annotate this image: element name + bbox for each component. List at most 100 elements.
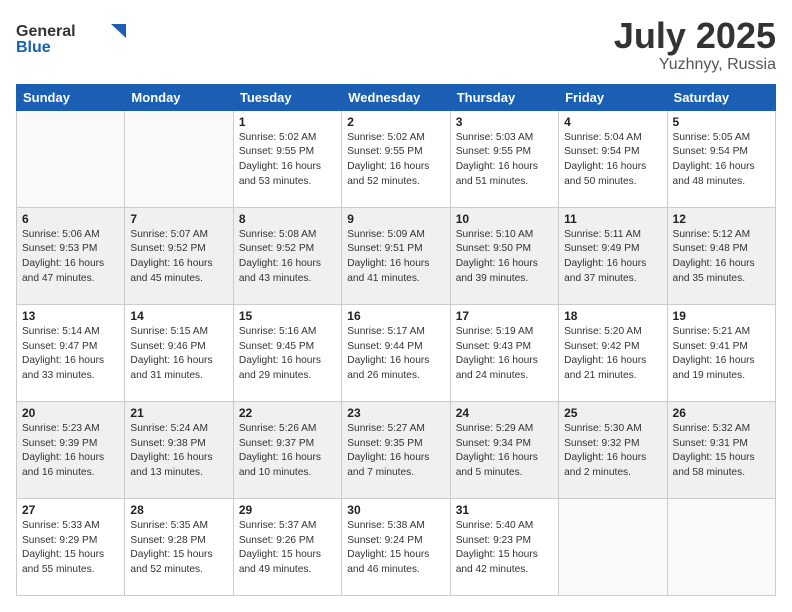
day-content: Sunrise: 5:15 AMSunset: 9:46 PMDaylight:… — [130, 325, 227, 384]
table-cell: 1 Sunrise: 5:02 AMSunset: 9:55 PMDaylight… — [233, 110, 341, 207]
day-content: Sunrise: 5:10 AMSunset: 9:50 PMDaylight:… — [456, 228, 553, 287]
day-number: 1 — [239, 115, 336, 129]
svg-text:General: General — [16, 23, 76, 40]
day-content: Sunrise: 5:38 AMSunset: 9:24 PMDaylight:… — [347, 519, 444, 578]
table-cell: 6Sunrise: 5:06 AMSunset: 9:53 PMDaylight… — [17, 207, 125, 304]
day-number: 10 — [456, 212, 553, 226]
day-content: Sunrise: 5:40 AMSunset: 9:23 PMDaylight:… — [456, 519, 553, 578]
day-number: 22 — [239, 406, 336, 420]
col-friday: Friday — [559, 84, 667, 110]
day-number: 13 — [22, 309, 119, 323]
day-number: 2 — [347, 115, 444, 129]
table-cell: 11 Sunrise: 5:11 AMSunset: 9:49 PMDayligh… — [559, 207, 667, 304]
day-content: Sunrise: 5:03 AMSunset: 9:55 PMDaylight:… — [456, 131, 553, 190]
day-content: Sunrise: 5:37 AMSunset: 9:26 PMDaylight:… — [239, 519, 336, 578]
calendar-week-row: 20 Sunrise: 5:23 AMSunset: 9:39 PMDayligh… — [17, 401, 776, 498]
table-cell: 2Sunrise: 5:02 AMSunset: 9:55 PMDaylight… — [342, 110, 450, 207]
table-cell: 26 Sunrise: 5:32 AMSunset: 9:31 PMDayligh… — [667, 401, 775, 498]
day-number: 3 — [456, 115, 553, 129]
day-number: 17 — [456, 309, 553, 323]
day-content: Sunrise: 5:21 AMSunset: 9:41 PMDaylight:… — [673, 325, 770, 384]
day-number: 25 — [564, 406, 661, 420]
day-content: Sunrise: 5:33 AMSunset: 9:29 PMDaylight:… — [22, 519, 119, 578]
day-number: 14 — [130, 309, 227, 323]
table-cell: 19Sunrise: 5:21 AMSunset: 9:41 PMDayligh… — [667, 304, 775, 401]
table-cell: 18Sunrise: 5:20 AMSunset: 9:42 PMDayligh… — [559, 304, 667, 401]
day-content: Sunrise: 5:24 AMSunset: 9:38 PMDaylight:… — [130, 422, 227, 481]
table-cell: 20 Sunrise: 5:23 AMSunset: 9:39 PMDayligh… — [17, 401, 125, 498]
day-content: Sunrise: 5:04 AMSunset: 9:54 PMDaylight:… — [564, 131, 661, 190]
calendar-week-row: 6Sunrise: 5:06 AMSunset: 9:53 PMDaylight… — [17, 207, 776, 304]
day-content: Sunrise: 5:23 AMSunset: 9:39 PMDaylight:… — [22, 422, 119, 481]
day-number: 6 — [22, 212, 119, 226]
table-cell — [125, 110, 233, 207]
col-sunday: Sunday — [17, 84, 125, 110]
col-saturday: Saturday — [667, 84, 775, 110]
day-content: Sunrise: 5:02 AMSunset: 9:55 PMDaylight:… — [239, 131, 336, 190]
table-cell: 13 Sunrise: 5:14 AMSunset: 9:47 PMDayligh… — [17, 304, 125, 401]
svg-text:Blue: Blue — [16, 39, 51, 56]
header: General Blue July 2025 Yuzhnyy, Russia — [16, 16, 776, 74]
logo-general: General Blue — [16, 43, 126, 60]
calendar-week-row: 13 Sunrise: 5:14 AMSunset: 9:47 PMDayligh… — [17, 304, 776, 401]
table-cell: 27Sunrise: 5:33 AMSunset: 9:29 PMDayligh… — [17, 498, 125, 595]
day-content: Sunrise: 5:05 AMSunset: 9:54 PMDaylight:… — [673, 131, 770, 190]
day-number: 5 — [673, 115, 770, 129]
table-cell: 24Sunrise: 5:29 AMSunset: 9:34 PMDayligh… — [450, 401, 558, 498]
table-cell: 8 Sunrise: 5:08 AMSunset: 9:52 PMDaylight… — [233, 207, 341, 304]
table-cell — [667, 498, 775, 595]
day-content: Sunrise: 5:19 AMSunset: 9:43 PMDaylight:… — [456, 325, 553, 384]
day-content: Sunrise: 5:14 AMSunset: 9:47 PMDaylight:… — [22, 325, 119, 384]
day-number: 11 — [564, 212, 661, 226]
day-content: Sunrise: 5:29 AMSunset: 9:34 PMDaylight:… — [456, 422, 553, 481]
logo: General Blue — [16, 16, 126, 61]
table-cell: 16Sunrise: 5:17 AMSunset: 9:44 PMDayligh… — [342, 304, 450, 401]
table-cell: 17 Sunrise: 5:19 AMSunset: 9:43 PMDayligh… — [450, 304, 558, 401]
calendar-header-row: Sunday Monday Tuesday Wednesday Thursday… — [17, 84, 776, 110]
day-number: 8 — [239, 212, 336, 226]
table-cell: 31 Sunrise: 5:40 AMSunset: 9:23 PMDayligh… — [450, 498, 558, 595]
table-cell: 9 Sunrise: 5:09 AMSunset: 9:51 PMDaylight… — [342, 207, 450, 304]
table-cell: 14 Sunrise: 5:15 AMSunset: 9:46 PMDayligh… — [125, 304, 233, 401]
day-number: 30 — [347, 503, 444, 517]
day-number: 16 — [347, 309, 444, 323]
day-number: 9 — [347, 212, 444, 226]
day-number: 28 — [130, 503, 227, 517]
day-number: 15 — [239, 309, 336, 323]
day-number: 20 — [22, 406, 119, 420]
day-content: Sunrise: 5:27 AMSunset: 9:35 PMDaylight:… — [347, 422, 444, 481]
day-number: 12 — [673, 212, 770, 226]
col-tuesday: Tuesday — [233, 84, 341, 110]
calendar-week-row: 1 Sunrise: 5:02 AMSunset: 9:55 PMDaylight… — [17, 110, 776, 207]
table-cell: 30 Sunrise: 5:38 AMSunset: 9:24 PMDayligh… — [342, 498, 450, 595]
day-content: Sunrise: 5:07 AMSunset: 9:52 PMDaylight:… — [130, 228, 227, 287]
table-cell: 12 Sunrise: 5:12 AMSunset: 9:48 PMDayligh… — [667, 207, 775, 304]
logo-text: General Blue — [16, 16, 126, 61]
day-number: 26 — [673, 406, 770, 420]
day-content: Sunrise: 5:11 AMSunset: 9:49 PMDaylight:… — [564, 228, 661, 287]
table-cell: 22Sunrise: 5:26 AMSunset: 9:37 PMDayligh… — [233, 401, 341, 498]
table-cell: 5 Sunrise: 5:05 AMSunset: 9:54 PMDaylight… — [667, 110, 775, 207]
day-number: 23 — [347, 406, 444, 420]
table-cell: 21Sunrise: 5:24 AMSunset: 9:38 PMDayligh… — [125, 401, 233, 498]
day-content: Sunrise: 5:20 AMSunset: 9:42 PMDaylight:… — [564, 325, 661, 384]
table-cell — [559, 498, 667, 595]
table-cell: 10 Sunrise: 5:10 AMSunset: 9:50 PMDayligh… — [450, 207, 558, 304]
title-block: July 2025 Yuzhnyy, Russia — [614, 16, 776, 74]
day-content: Sunrise: 5:09 AMSunset: 9:51 PMDaylight:… — [347, 228, 444, 287]
month-title: July 2025 — [614, 16, 776, 56]
calendar-week-row: 27Sunrise: 5:33 AMSunset: 9:29 PMDayligh… — [17, 498, 776, 595]
table-cell: 3 Sunrise: 5:03 AMSunset: 9:55 PMDaylight… — [450, 110, 558, 207]
calendar-table: Sunday Monday Tuesday Wednesday Thursday… — [16, 84, 776, 596]
day-content: Sunrise: 5:08 AMSunset: 9:52 PMDaylight:… — [239, 228, 336, 287]
day-content: Sunrise: 5:12 AMSunset: 9:48 PMDaylight:… — [673, 228, 770, 287]
day-content: Sunrise: 5:35 AMSunset: 9:28 PMDaylight:… — [130, 519, 227, 578]
col-thursday: Thursday — [450, 84, 558, 110]
table-cell: 7Sunrise: 5:07 AMSunset: 9:52 PMDaylight… — [125, 207, 233, 304]
day-number: 31 — [456, 503, 553, 517]
page: General Blue July 2025 Yuzhnyy, Russia S… — [0, 0, 792, 612]
day-content: Sunrise: 5:32 AMSunset: 9:31 PMDaylight:… — [673, 422, 770, 481]
day-content: Sunrise: 5:30 AMSunset: 9:32 PMDaylight:… — [564, 422, 661, 481]
table-cell — [17, 110, 125, 207]
col-wednesday: Wednesday — [342, 84, 450, 110]
